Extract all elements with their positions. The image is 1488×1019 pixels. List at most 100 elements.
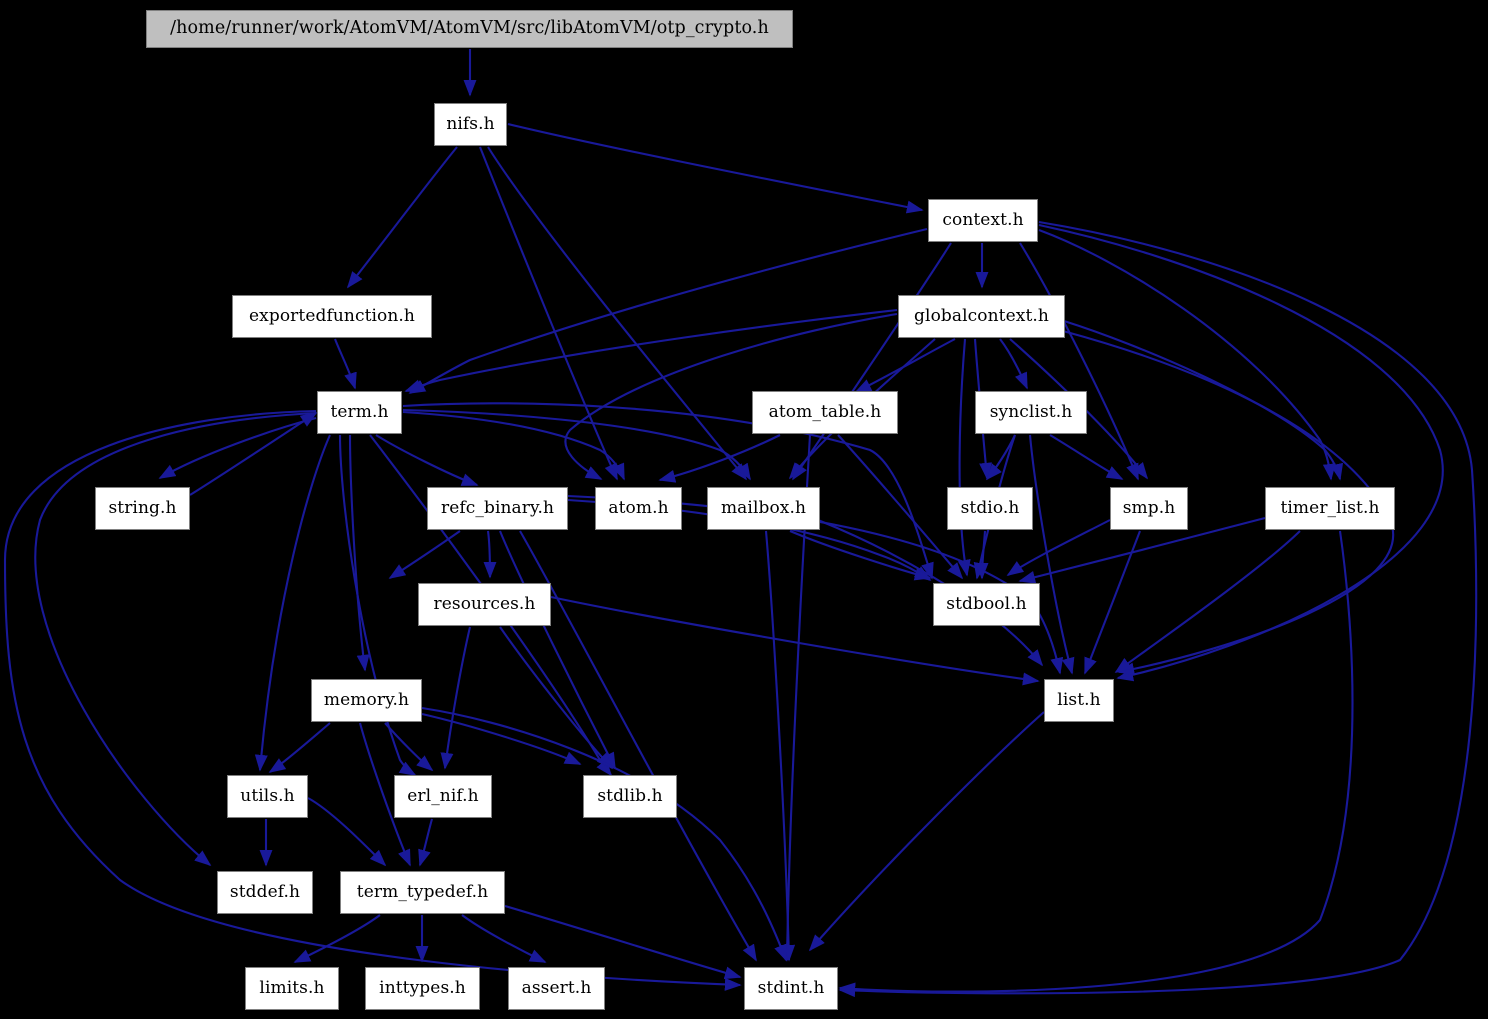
graph-edge: [1063, 319, 1344, 481]
graph-node-label: term.h: [330, 402, 389, 422]
graph-edge: [418, 818, 434, 867]
graph-edge: [408, 227, 928, 394]
graph-edge: [1038, 223, 1444, 682]
graph-edge: [957, 338, 971, 577]
graph-node-timer_list[interactable]: timer_list.h: [1265, 487, 1395, 530]
graph-node-nifs[interactable]: nifs.h: [434, 103, 507, 146]
graph-node-label: stdio.h: [960, 498, 1020, 518]
graph-edge: [1084, 530, 1141, 675]
graph-node-label: stddef.h: [229, 882, 301, 902]
graph-edge: [499, 626, 614, 770]
graph-node-label: mailbox.h: [720, 498, 807, 518]
graph-node-label: stdlib.h: [597, 786, 663, 806]
graph-node-refc_binary[interactable]: refc_binary.h: [427, 487, 568, 530]
graph-edge: [388, 530, 461, 579]
graph-node-label: string.h: [108, 498, 177, 518]
graph-node-label: erl_nif.h: [407, 786, 479, 806]
graph-edge: [985, 434, 1016, 481]
graph-node-stddef[interactable]: stddef.h: [217, 871, 313, 914]
graph-edge: [402, 408, 751, 481]
include-dependency-graph: /home/runner/work/AtomVM/AtomVM/src/libA…: [0, 0, 1488, 1019]
graph-edge: [338, 434, 417, 776]
graph-node-assert[interactable]: assert.h: [508, 967, 605, 1010]
graph-edge: [268, 722, 331, 773]
graph-edge: [999, 338, 1028, 390]
graph-node-label: list.h: [1057, 690, 1101, 710]
graph-edge: [483, 530, 497, 579]
graph-edge: [792, 242, 952, 481]
graph-node-globalcontext[interactable]: globalcontext.h: [898, 295, 1065, 338]
graph-node-label: smp.h: [1122, 498, 1176, 518]
graph-node-synclist[interactable]: synclist.h: [975, 391, 1087, 434]
graph-node-resources[interactable]: resources.h: [418, 583, 551, 626]
graph-node-label: nifs.h: [446, 114, 495, 134]
graph-node-label: stdint.h: [757, 978, 825, 998]
graph-node-utils[interactable]: utils.h: [227, 775, 308, 818]
graph-node-label: /home/runner/work/AtomVM/AtomVM/src/libA…: [170, 18, 769, 39]
graph-node-inttypes[interactable]: inttypes.h: [365, 967, 480, 1010]
graph-edge: [808, 711, 1045, 952]
graph-node-label: context.h: [942, 210, 1024, 230]
graph-node-label: refc_binary.h: [440, 498, 555, 518]
graph-edge: [402, 410, 625, 481]
graph-edge: [293, 914, 381, 963]
graph-node-stdlib[interactable]: stdlib.h: [583, 775, 677, 818]
graph-node-root[interactable]: /home/runner/work/AtomVM/AtomVM/src/libA…: [146, 10, 793, 48]
graph-node-erl_nif[interactable]: erl_nif.h: [394, 775, 492, 818]
graph-edge: [764, 530, 796, 962]
graph-edge: [837, 434, 964, 580]
graph-node-atom_table[interactable]: atom_table.h: [752, 391, 898, 434]
graph-node-label: limits.h: [259, 978, 325, 998]
graph-edge: [658, 434, 781, 483]
graph-node-label: exportedfunction.h: [249, 306, 415, 326]
graph-edge: [348, 434, 370, 672]
graph-node-exportedfunction[interactable]: exportedfunction.h: [232, 295, 432, 338]
graph-edge: [421, 706, 787, 962]
graph-edge: [375, 434, 479, 486]
graph-edge: [487, 146, 748, 481]
graph-node-stdio[interactable]: stdio.h: [947, 487, 1033, 530]
graph-edge: [854, 338, 956, 393]
graph-node-atom[interactable]: atom.h: [595, 487, 682, 530]
graph-edge: [461, 914, 547, 963]
graph-edge: [307, 797, 387, 867]
graph-edge: [975, 530, 989, 580]
graph-node-stdint[interactable]: stdint.h: [744, 967, 838, 1010]
graph-node-limits[interactable]: limits.h: [245, 967, 339, 1010]
graph-node-label: assert.h: [521, 978, 592, 998]
graph-edge: [1049, 434, 1124, 480]
graph-edge: [519, 530, 757, 962]
graph-edge: [479, 146, 618, 481]
graph-node-label: memory.h: [323, 690, 410, 710]
graph-edge: [421, 712, 582, 765]
graph-node-label: inttypes.h: [379, 978, 466, 998]
graph-edge: [789, 530, 932, 581]
graph-edge: [404, 308, 898, 392]
graph-node-label: utils.h: [240, 786, 295, 806]
graph-node-list[interactable]: list.h: [1044, 679, 1114, 722]
graph-node-label: stdbool.h: [946, 594, 1027, 614]
graph-edge: [1028, 434, 1075, 675]
graph-node-smp[interactable]: smp.h: [1110, 487, 1188, 530]
graph-edge: [440, 626, 472, 770]
graph-node-label: timer_list.h: [1280, 498, 1380, 518]
graph-node-stdbool[interactable]: stdbool.h: [933, 583, 1040, 626]
graph-edge: [384, 722, 434, 772]
graph-node-term[interactable]: term.h: [317, 391, 402, 434]
graph-node-label: resources.h: [433, 594, 536, 614]
graph-node-mailbox[interactable]: mailbox.h: [707, 487, 820, 530]
graph-edge: [346, 146, 458, 289]
graph-edge: [189, 412, 318, 496]
graph-edge: [507, 122, 924, 214]
graph-node-memory[interactable]: memory.h: [311, 679, 422, 722]
graph-node-label: globalcontext.h: [914, 306, 1049, 326]
graph-node-label: atom.h: [608, 498, 669, 518]
graph-node-context[interactable]: context.h: [928, 199, 1038, 242]
graph-node-string[interactable]: string.h: [95, 487, 190, 530]
graph-edge: [334, 338, 357, 390]
graph-edge: [1019, 242, 1139, 481]
graph-node-label: synclist.h: [989, 402, 1073, 422]
graph-edge: [158, 416, 317, 479]
graph-node-term_typedef[interactable]: term_typedef.h: [340, 871, 505, 914]
graph-node-label: atom_table.h: [768, 402, 882, 422]
